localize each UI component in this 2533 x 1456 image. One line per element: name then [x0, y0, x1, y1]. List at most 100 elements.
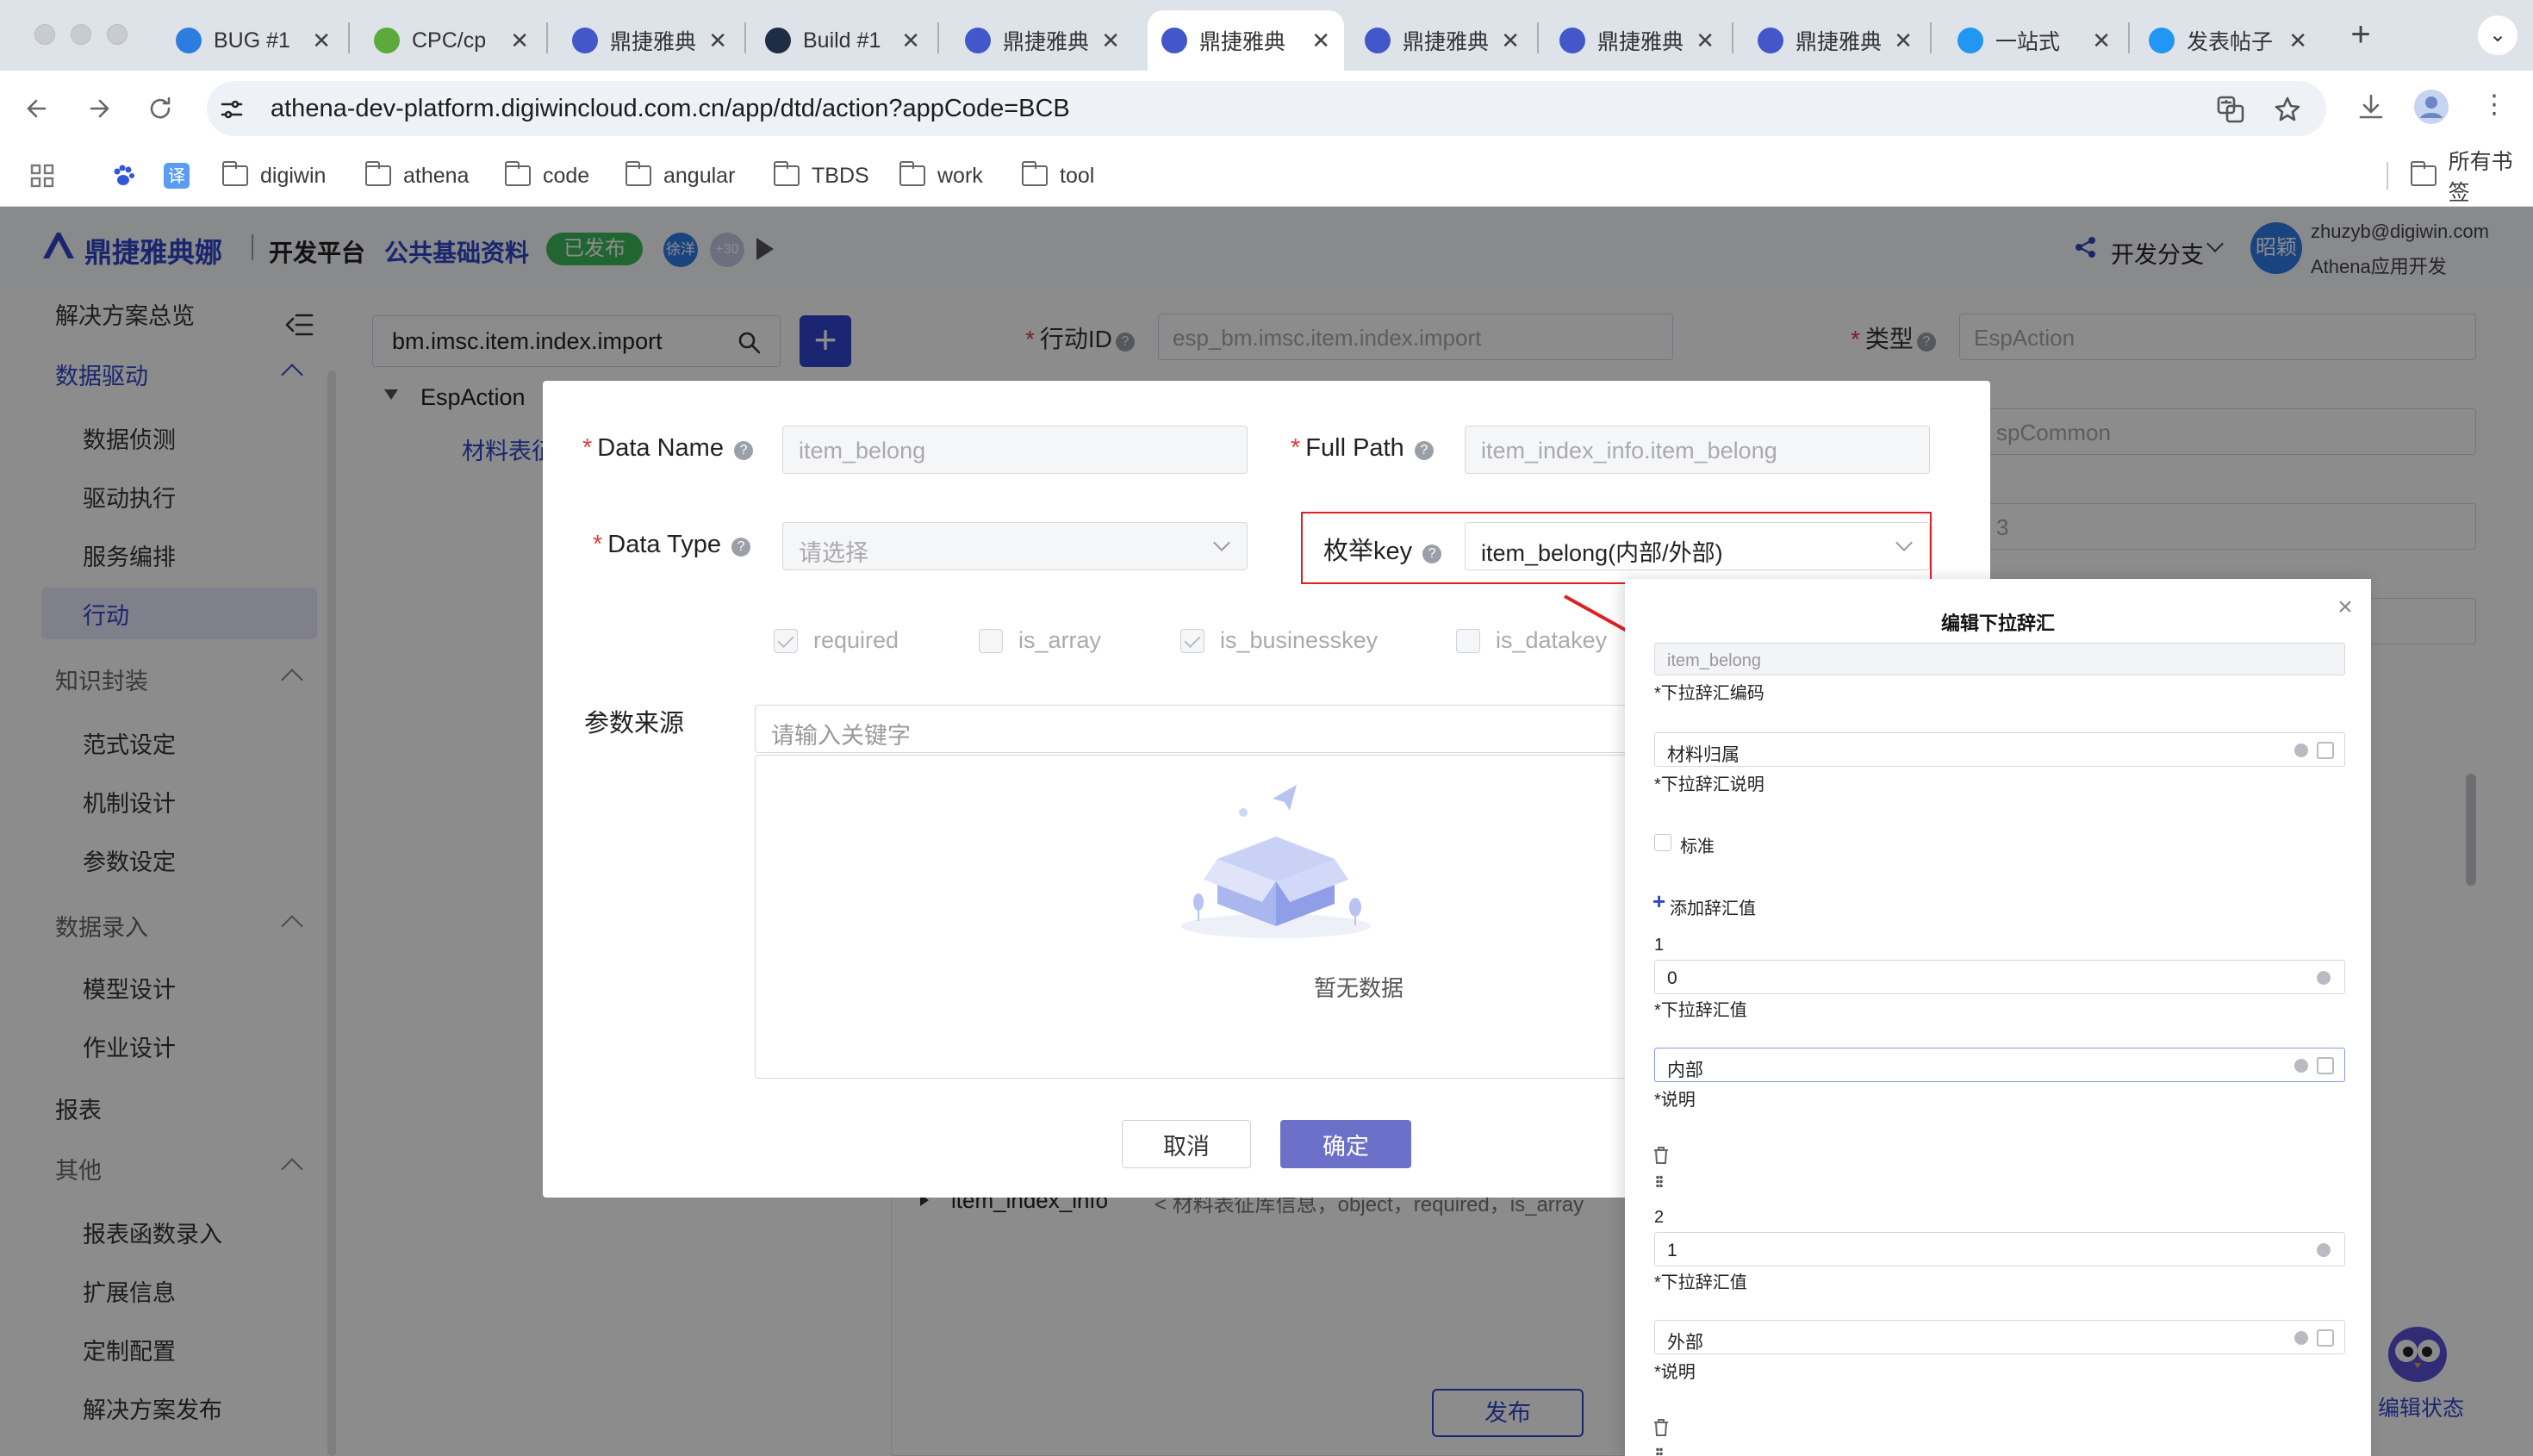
browser-menu-icon[interactable]: ⋮	[2481, 88, 2507, 126]
tab-title: BUG #1	[214, 28, 290, 53]
folder-icon	[365, 161, 391, 186]
checkbox-box[interactable]	[1180, 628, 1204, 653]
tab-title: Build #1	[803, 28, 881, 53]
folder-icon	[2410, 161, 2437, 186]
browser-tab[interactable]: Build #1 ✕	[751, 10, 934, 71]
clear-icon[interactable]	[2294, 1331, 2308, 1345]
checkbox-box[interactable]	[979, 628, 1003, 653]
data-type-select[interactable]: 请选择	[782, 522, 1248, 570]
confirm-button[interactable]: 确定	[1280, 1120, 1411, 1168]
tab-title: CPC/cp	[412, 28, 487, 53]
browser-tab[interactable]: BUG #1 ✕	[162, 10, 345, 71]
bookmark-folder-work[interactable]: work	[899, 159, 983, 193]
full-path-input[interactable]: item_index_info.item_belong	[1465, 426, 1930, 474]
translate-bookmark-icon[interactable]: 译	[164, 159, 190, 193]
browser-tab[interactable]: 鼎捷雅典 ✕	[558, 10, 741, 71]
checkbox-box[interactable]	[774, 628, 798, 653]
baidu-paw-icon[interactable]	[110, 159, 136, 193]
bookmark-folder-tool[interactable]: tool	[1022, 159, 1094, 193]
bookmark-folder-code[interactable]: code	[505, 159, 589, 193]
browser-tab[interactable]: 鼎捷雅典 ✕	[951, 10, 1134, 71]
tab-close-icon[interactable]: ✕	[901, 28, 920, 54]
tab-close-icon[interactable]: ✕	[1894, 28, 1913, 54]
checkbox-label: is_array	[1018, 627, 1102, 653]
browser-tab[interactable]: CPC/cp ✕	[360, 10, 543, 71]
vocab-value-input[interactable]: 1	[1654, 1232, 2345, 1266]
copy-icon[interactable]	[2317, 1329, 2334, 1347]
tab-separator	[1732, 22, 1733, 53]
tab-title: 鼎捷雅典	[1597, 30, 1684, 54]
vocab-desc-value-input[interactable]: 内部	[1654, 1048, 2345, 1082]
tab-close-icon[interactable]: ✕	[708, 28, 727, 54]
data-name-input[interactable]: item_belong	[782, 426, 1248, 474]
vocab-value-input[interactable]: 0	[1654, 960, 2345, 994]
vocab-desc-value-input[interactable]: 外部	[1654, 1320, 2345, 1354]
bookmark-folder-athena[interactable]: athena	[365, 159, 469, 193]
tab-close-icon[interactable]: ✕	[1101, 28, 1120, 54]
add-icon[interactable]: +	[1652, 890, 1665, 912]
checkbox-is_businesskey[interactable]: is_businesskey	[1180, 627, 1378, 654]
clear-icon[interactable]	[2294, 1059, 2308, 1073]
window-close-light[interactable]	[34, 24, 55, 45]
forward-arrow-icon[interactable]	[79, 90, 117, 128]
standard-label: 标准	[1680, 837, 1715, 856]
vocab-desc-input[interactable]: 材料归属	[1654, 732, 2345, 767]
param-source-label: 参数来源	[584, 710, 685, 737]
data-type-placeholder: 请选择	[799, 540, 868, 566]
translate-page-icon[interactable]	[2216, 95, 2245, 124]
window-zoom-light[interactable]	[107, 24, 128, 45]
profile-avatar-icon[interactable]	[2414, 90, 2449, 124]
new-tab-button[interactable]: +	[2342, 16, 2380, 53]
bookmark-folder-angular[interactable]: angular	[625, 159, 735, 193]
tab-close-icon[interactable]: ✕	[312, 28, 331, 54]
browser-tab[interactable]: 鼎捷雅典 ✕	[1351, 10, 1534, 71]
checkbox-required[interactable]: required	[774, 627, 899, 654]
tab-close-icon[interactable]: ✕	[1501, 28, 1520, 54]
checkbox-box[interactable]	[1456, 628, 1480, 653]
enum-key-select[interactable]: item_belong(内部/外部)	[1465, 522, 1930, 570]
data-name-label: * Data Name ?	[582, 434, 754, 463]
checkbox-is_array[interactable]: is_array	[979, 627, 1101, 654]
clear-icon[interactable]	[2294, 744, 2308, 757]
bookmark-folder-TBDS[interactable]: TBDS	[774, 159, 869, 193]
browser-tab[interactable]: 鼎捷雅典 ✕	[1546, 10, 1728, 71]
download-icon[interactable]	[2356, 91, 2387, 122]
copy-icon[interactable]	[2317, 1057, 2334, 1074]
bookmark-folder-digiwin[interactable]: digiwin	[222, 159, 326, 193]
reload-icon[interactable]	[141, 90, 179, 128]
tab-search-chevron-icon[interactable]: ⌄	[2478, 16, 2517, 55]
all-bookmarks-folder[interactable]: 所有书签	[2387, 150, 2533, 205]
browser-tab[interactable]: 鼎捷雅典 ✕	[1744, 10, 1926, 71]
drag-handle-icon[interactable]	[1656, 1447, 1663, 1456]
tab-favicon-icon	[176, 28, 202, 53]
add-vocab-value-link[interactable]: 添加辞汇值	[1670, 894, 1756, 919]
clear-icon[interactable]	[2317, 971, 2331, 985]
browser-tab[interactable]: 一站式 ✕	[1944, 10, 2125, 71]
tab-close-icon[interactable]: ✕	[1696, 28, 1715, 54]
url-text[interactable]: athena-dev-platform.digiwincloud.com.cn/…	[271, 95, 1070, 123]
delete-trash-icon[interactable]	[1652, 1146, 1670, 1165]
browser-tab[interactable]: 发表帖子 ✕	[2135, 10, 2321, 71]
browser-tab[interactable]: 鼎捷雅典 ✕	[1148, 10, 1344, 71]
clear-icon[interactable]	[2317, 1243, 2331, 1257]
apps-grid-icon[interactable]	[29, 159, 55, 193]
drag-handle-icon[interactable]	[1656, 1175, 1663, 1187]
window-minimize-light[interactable]	[71, 24, 91, 45]
delete-trash-icon[interactable]	[1652, 1418, 1670, 1437]
vocab-code-input[interactable]: item_belong	[1654, 643, 2345, 675]
standard-checkbox[interactable]	[1654, 834, 1671, 851]
address-bar[interactable]: athena-dev-platform.digiwincloud.com.cn/…	[207, 81, 2326, 136]
cancel-button[interactable]: 取消	[1122, 1120, 1251, 1168]
copy-icon[interactable]	[2317, 742, 2334, 759]
bookmark-star-icon[interactable]	[2273, 95, 2302, 124]
folder-icon	[222, 161, 248, 186]
enum-key-label: 枚举key ?	[1323, 531, 1442, 567]
tab-close-icon[interactable]: ✕	[2288, 28, 2307, 54]
tab-close-icon[interactable]: ✕	[510, 28, 529, 54]
close-icon[interactable]: ×	[2335, 594, 2356, 620]
back-arrow-icon[interactable]	[19, 90, 57, 128]
tab-favicon-icon	[2149, 28, 2175, 53]
tab-close-icon[interactable]: ✕	[1311, 28, 1330, 54]
tab-close-icon[interactable]: ✕	[2092, 28, 2111, 54]
site-settings-icon[interactable]	[219, 96, 245, 122]
